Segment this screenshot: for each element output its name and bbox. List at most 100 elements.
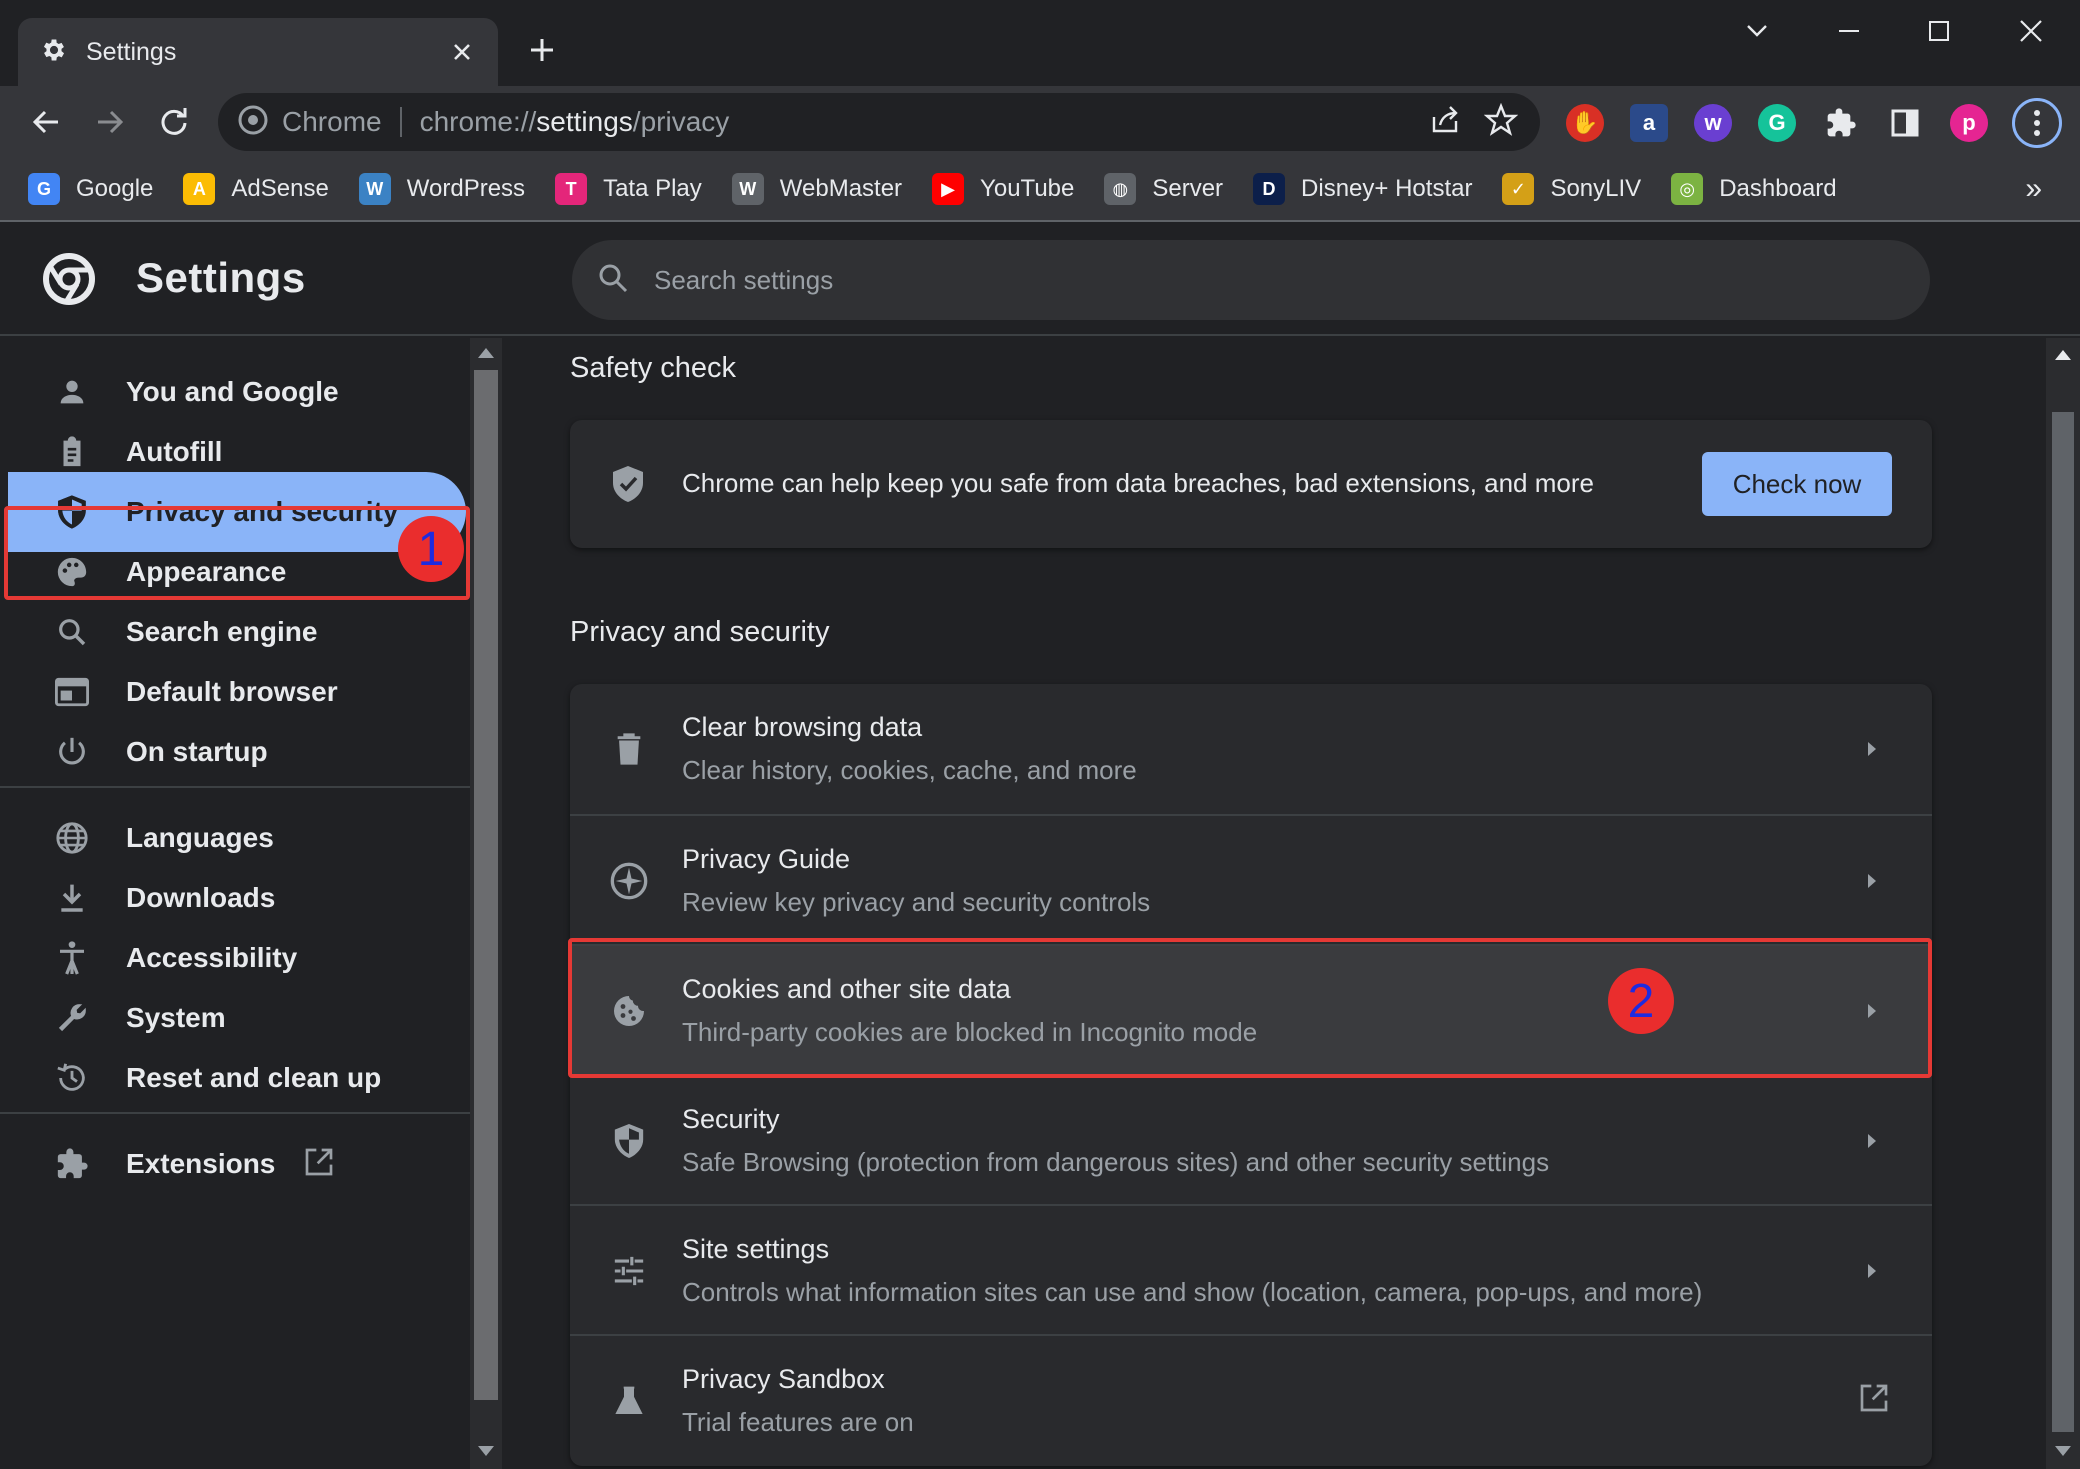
bookmark-label: WebMaster <box>779 175 903 202</box>
tab-search-icon[interactable] <box>1726 10 1788 52</box>
bookmark-youtube[interactable]: ▶ YouTube <box>932 173 1074 205</box>
sidebar-item-label: Languages <box>126 822 274 853</box>
bookmark-google[interactable]: G Google <box>28 173 153 205</box>
sidebar-divider <box>0 1112 470 1114</box>
privacy-row-clear-browsing-data[interactable]: Clear browsing data Clear history, cooki… <box>570 684 1932 814</box>
bookmark-label: Server <box>1152 175 1224 202</box>
flask-icon <box>608 1380 650 1422</box>
bookmark-webmaster[interactable]: W WebMaster <box>731 173 903 205</box>
address-bar[interactable]: Chrome chrome://settings/privacy <box>218 93 1540 151</box>
tab-settings[interactable]: Settings <box>18 18 498 86</box>
sidebar-item-label: You and Google <box>126 376 339 407</box>
row-title: Privacy Guide <box>682 844 851 874</box>
new-tab-button[interactable] <box>522 30 562 70</box>
annotation-box-2 <box>568 938 1932 1078</box>
gear-icon <box>40 36 68 69</box>
bookmark-tata-play[interactable]: T Tata Play <box>555 173 702 205</box>
extension-translate-icon[interactable]: a <box>1630 104 1668 142</box>
chevron-right-icon[interactable] <box>1860 736 1884 762</box>
tataplay-icon: T <box>555 173 588 205</box>
bookmark-sonyliv[interactable]: ✓ SonyLIV <box>1502 173 1641 205</box>
sidebar-item-label: Downloads <box>126 882 276 913</box>
youtube-icon: ▶ <box>932 173 965 205</box>
bookmarks-bar: G Google A AdSense W WordPress T Tata Play W WebM… <box>0 158 2080 222</box>
sidebar-divider <box>0 786 470 788</box>
sidebar-item-reset-and-clean-up[interactable]: Reset and clean up <box>8 1038 466 1118</box>
sidebar-item-label: On startup <box>126 736 268 767</box>
toolbar: Chrome chrome://settings/privacy ✋ a w G… <box>0 86 2080 158</box>
bookmark-adsense[interactable]: A AdSense <box>183 173 329 205</box>
adblock-extension-icon[interactable]: ✋ <box>1566 104 1604 142</box>
omnibox-chrome-label: Chrome <box>282 106 382 137</box>
omnibox-url[interactable]: chrome://settings/privacy <box>420 106 730 138</box>
browser-icon <box>52 672 92 712</box>
bookmark-label: AdSense <box>231 175 329 202</box>
search-box[interactable] <box>572 240 1930 320</box>
extensions-puzzle-icon[interactable] <box>1822 104 1860 142</box>
bookmark-label: Tata Play <box>603 175 702 202</box>
sidebar-item-label: Extensions <box>126 1148 276 1179</box>
bookmark-label: Disney+ Hotstar <box>1301 175 1473 202</box>
url-scheme: chrome:// <box>419 106 537 137</box>
row-text: Site settings Controls what information … <box>682 1234 1702 1308</box>
dashboard-icon: ◎ <box>1671 173 1704 205</box>
grammarly-icon[interactable]: G <box>1758 104 1796 142</box>
row-text: Privacy Guide Review key privacy and sec… <box>682 844 1150 918</box>
hotstar-icon: D <box>1253 173 1286 205</box>
sidebar-item-on-startup[interactable]: On startup <box>8 712 466 792</box>
trash-icon <box>608 728 650 770</box>
bookmark-dashboard[interactable]: ◎ Dashboard <box>1671 173 1837 205</box>
sidebar-scroll-thumb[interactable] <box>474 370 498 1400</box>
puzzle-icon <box>52 1144 92 1184</box>
chevron-right-icon[interactable] <box>1860 868 1884 894</box>
maximize-icon[interactable] <box>1908 10 1970 52</box>
external-link-icon[interactable] <box>1856 1380 1892 1416</box>
bookmark-label: Dashboard <box>1719 175 1837 202</box>
profile-avatar[interactable]: p <box>1950 104 1988 142</box>
privacy-row-privacy-guide[interactable]: Privacy Guide Review key privacy and sec… <box>570 814 1932 944</box>
bookmark-wordpress[interactable]: W WordPress <box>358 173 525 205</box>
privacy-row-security[interactable]: Security Safe Browsing (protection from … <box>570 1074 1932 1204</box>
url-host: settings <box>536 106 633 137</box>
back-icon[interactable] <box>24 100 68 144</box>
sonyliv-icon: ✓ <box>1502 173 1535 205</box>
row-subtitle: Trial features are on <box>682 1407 914 1437</box>
row-subtitle: Safe Browsing (protection from dangerous… <box>682 1147 1550 1177</box>
sidebar-item-extensions[interactable]: Extensions <box>8 1124 466 1204</box>
main-scrollbar[interactable] <box>2046 338 2080 1469</box>
privacy-row-privacy-sandbox[interactable]: Privacy Sandbox Trial features are on <box>570 1334 1932 1464</box>
shield-check-icon <box>610 464 646 509</box>
tab-title: Settings <box>86 37 177 66</box>
main-scroll-thumb[interactable] <box>2052 412 2074 1432</box>
sidebar-item-label: System <box>126 1002 226 1033</box>
chrome-menu-icon[interactable] <box>2012 98 2062 148</box>
forward-icon[interactable] <box>88 100 132 144</box>
extension-w-icon[interactable]: w <box>1694 104 1732 142</box>
search-input[interactable] <box>654 264 1854 296</box>
annotation-badge-2: 2 <box>1608 968 1674 1034</box>
chevron-right-icon[interactable] <box>1860 1128 1884 1154</box>
bookmarks-overflow-icon[interactable]: » <box>2025 172 2042 206</box>
bookmark-disney-hotstar[interactable]: D Disney+ Hotstar <box>1253 173 1472 205</box>
safety-check-text: Chrome can help keep you safe from data … <box>682 468 1594 498</box>
chevron-right-icon[interactable] <box>1860 1258 1884 1284</box>
row-title: Site settings <box>682 1234 830 1264</box>
bookmark-label: SonyLIV <box>1550 175 1642 202</box>
privacy-row-site-settings[interactable]: Site settings Controls what information … <box>570 1204 1932 1334</box>
sidebar-scrollbar[interactable] <box>470 338 502 1469</box>
side-panel-icon[interactable] <box>1886 104 1924 142</box>
webmaster-icon: W <box>731 173 764 205</box>
bookmark-server[interactable]: ◍ Server <box>1104 173 1223 205</box>
scroll-down-icon <box>478 1446 494 1456</box>
close-window-icon[interactable] <box>2000 10 2062 52</box>
close-tab-icon[interactable] <box>448 38 476 66</box>
minimize-icon[interactable] <box>1818 10 1880 52</box>
omnibox-separator <box>399 107 402 137</box>
check-now-button[interactable]: Check now <box>1702 452 1892 516</box>
row-subtitle: Review key privacy and security controls <box>682 887 1151 917</box>
bookmark-star-icon[interactable] <box>1483 102 1519 142</box>
row-text: Security Safe Browsing (protection from … <box>682 1104 1549 1178</box>
share-icon[interactable] <box>1428 103 1462 142</box>
reload-icon[interactable] <box>152 100 196 144</box>
clipboard-icon <box>52 432 92 472</box>
